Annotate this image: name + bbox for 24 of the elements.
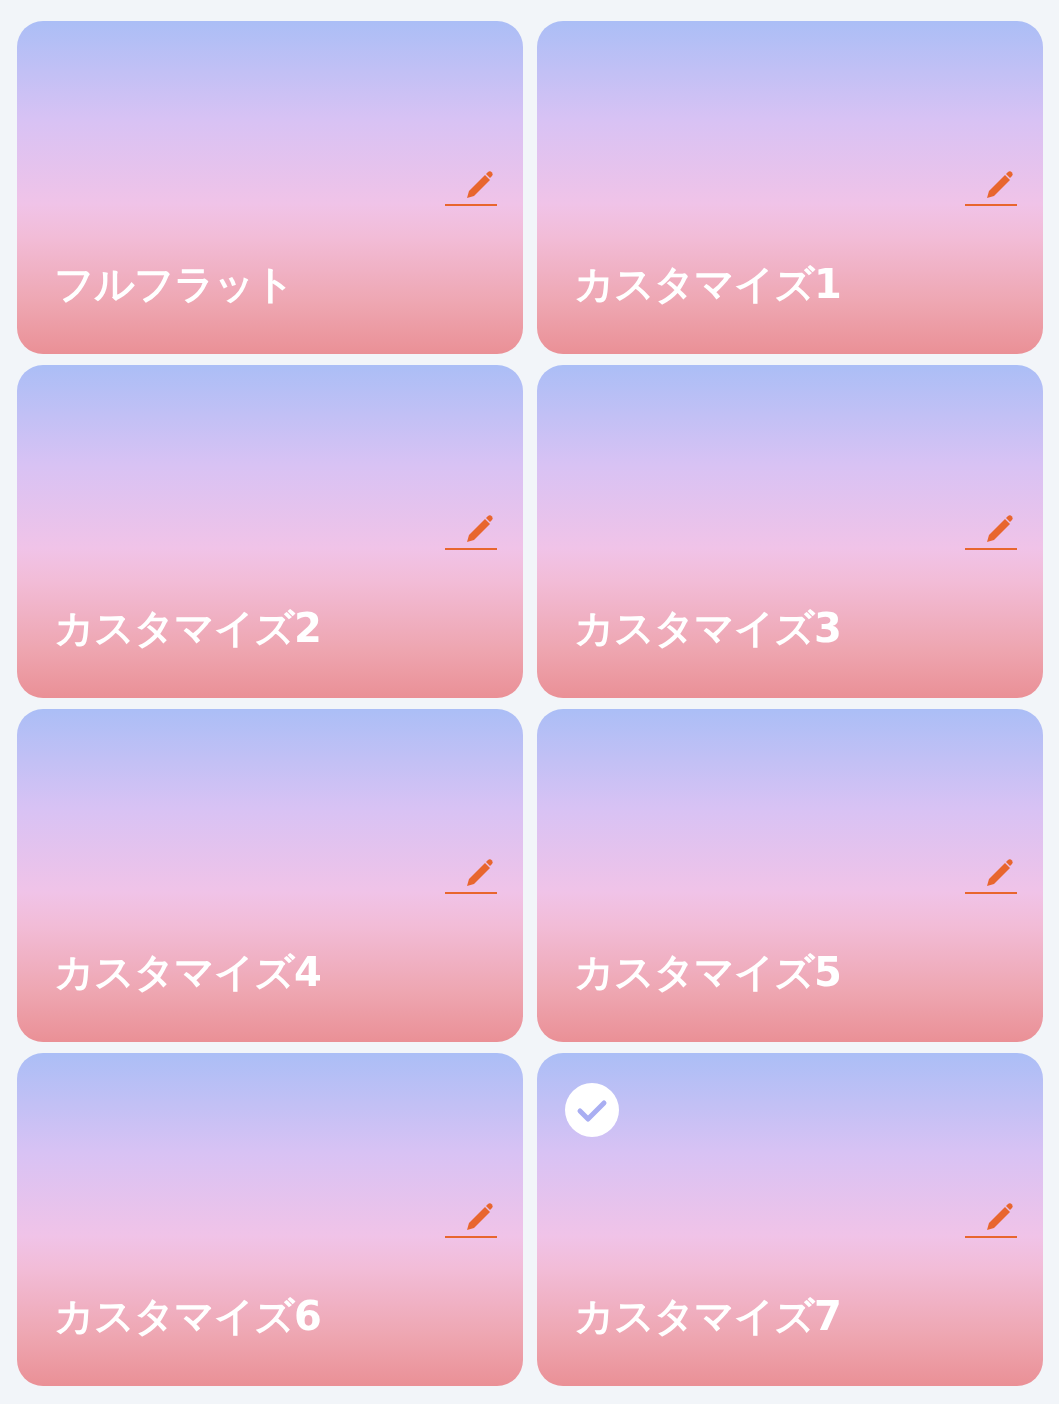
preset-name: カスタマイズ7 (574, 1292, 841, 1341)
preset-name: カスタマイズ2 (54, 604, 321, 653)
preset-name: カスタマイズ3 (574, 604, 841, 653)
edit-icon[interactable] (445, 169, 497, 206)
preset-card[interactable]: カスタマイズ2 (17, 365, 523, 698)
edit-icon[interactable] (965, 857, 1017, 894)
preset-name: フルフラット (54, 260, 294, 309)
edit-icon[interactable] (445, 857, 497, 894)
preset-card[interactable]: カスタマイズ6 (17, 1053, 523, 1386)
preset-name: カスタマイズ4 (54, 948, 321, 997)
preset-card[interactable]: カスタマイズ1 (537, 21, 1043, 354)
preset-card[interactable]: カスタマイズ4 (17, 709, 523, 1042)
edit-icon[interactable] (965, 513, 1017, 550)
preset-name: カスタマイズ1 (574, 260, 841, 309)
preset-name: カスタマイズ5 (574, 948, 841, 997)
edit-icon[interactable] (445, 1201, 497, 1238)
preset-card[interactable]: カスタマイズ5 (537, 709, 1043, 1042)
preset-card[interactable]: カスタマイズ7 (537, 1053, 1043, 1386)
preset-card[interactable]: フルフラット (17, 21, 523, 354)
edit-icon[interactable] (965, 169, 1017, 206)
edit-icon[interactable] (965, 1201, 1017, 1238)
preset-name: カスタマイズ6 (54, 1292, 321, 1341)
preset-card[interactable]: カスタマイズ3 (537, 365, 1043, 698)
edit-icon[interactable] (445, 513, 497, 550)
